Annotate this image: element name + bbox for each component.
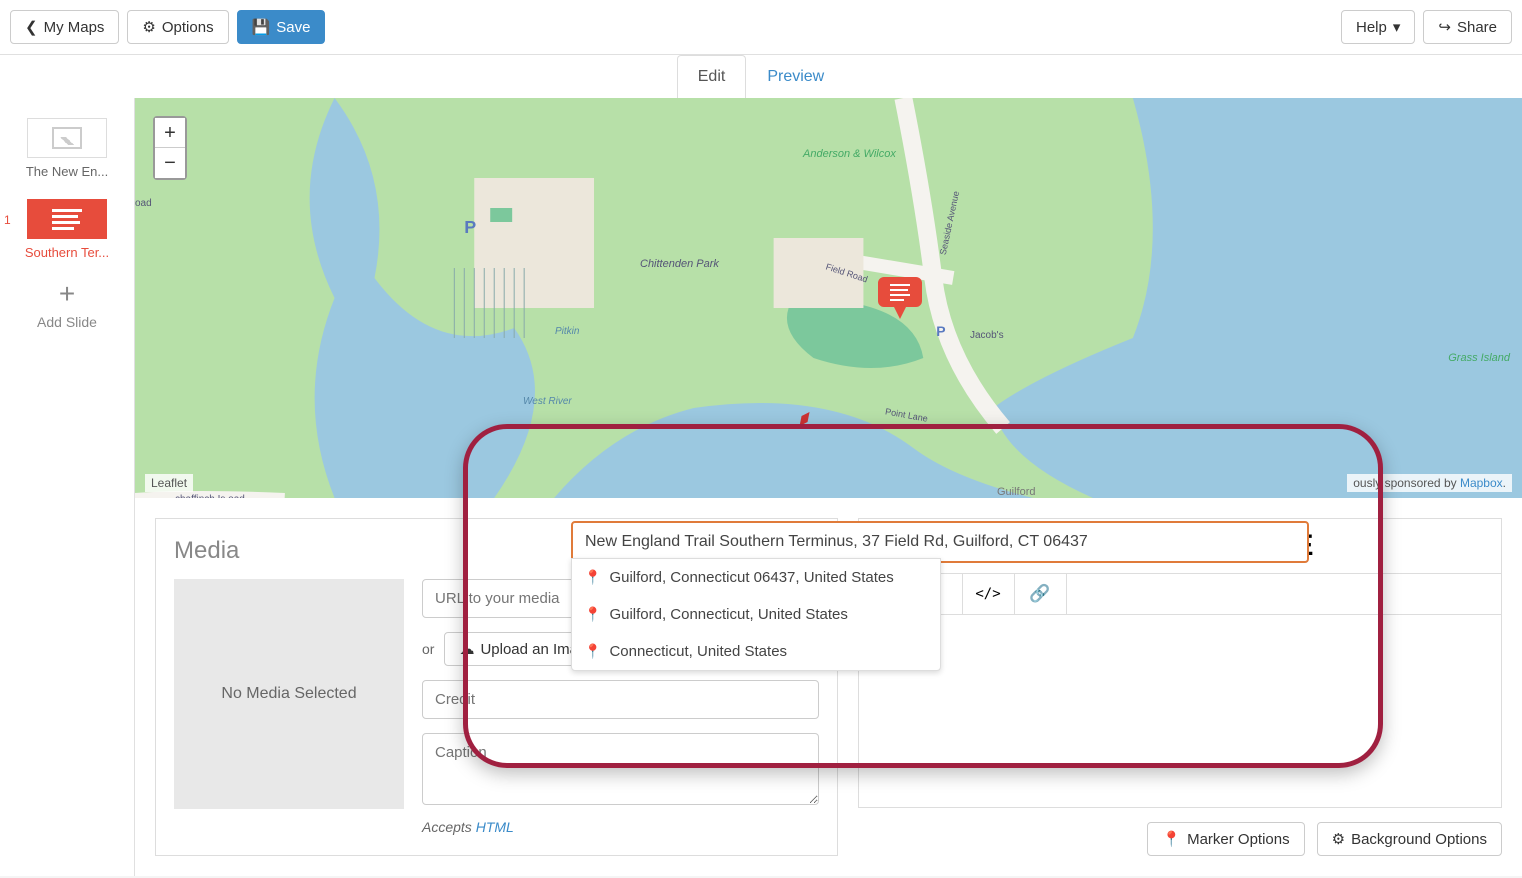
code-button[interactable]: </> (963, 574, 1015, 614)
map-label-park: Chittenden Park (640, 258, 719, 270)
chevron-left-icon: ❮ (25, 18, 38, 36)
zoom-out-button[interactable]: − (155, 148, 185, 178)
map-attribution: ously sponsored by Mapbox. (1347, 474, 1512, 492)
text-lines-icon (52, 206, 82, 233)
slides-sidebar: The New En... 1 Southern Ter... + Add Sl… (0, 98, 135, 876)
marker-options-button[interactable]: 📍 Marker Options (1147, 822, 1304, 856)
gear-icon: ⚙ (1332, 830, 1345, 848)
location-search-input[interactable] (571, 521, 1309, 563)
rte-toolbar: B I </> 🔗 (858, 574, 1503, 615)
caption-input[interactable] (422, 733, 819, 805)
pin-icon: 📍 (1162, 830, 1181, 848)
map-canvas[interactable]: P P Chittenden Park Anderson & Wilcox Gr… (135, 98, 1522, 498)
save-button[interactable]: 💾 Save (237, 10, 326, 44)
view-tabs: Edit Preview (0, 55, 1522, 98)
credit-input[interactable] (422, 680, 819, 719)
zoom-control: + − (153, 116, 187, 180)
media-hint: Accepts HTML (422, 819, 819, 835)
options-button[interactable]: ⚙ Options (127, 10, 228, 44)
gear-icon: ⚙ (142, 18, 155, 36)
pin-icon: 📍 (584, 643, 601, 660)
svg-text:P: P (936, 323, 945, 339)
map-marker[interactable] (878, 273, 922, 326)
save-icon: 💾 (252, 18, 271, 36)
image-placeholder-icon (52, 127, 82, 149)
plus-icon: + (59, 280, 75, 308)
slide-number: 1 (4, 213, 11, 227)
no-media-placeholder: No Media Selected (174, 579, 404, 809)
map-label-jacobs: Jacob's (970, 330, 1004, 341)
marker-icon (878, 273, 922, 323)
content-panel: B I </> 🔗 📍 Marker Options ⚙ Background … (858, 518, 1503, 856)
zoom-in-button[interactable]: + (155, 118, 185, 148)
add-slide-button[interactable]: + Add Slide (37, 280, 97, 330)
share-button[interactable]: ↪ Share (1423, 10, 1512, 44)
html-link[interactable]: HTML (476, 819, 514, 835)
chevron-down-icon: ▾ (1393, 18, 1401, 36)
pin-icon: 📍 (584, 606, 601, 623)
rte-body[interactable] (858, 615, 1503, 808)
suggestion-item[interactable]: 📍 Guilford, Connecticut, United States (572, 596, 940, 633)
link-button[interactable]: 🔗 (1015, 574, 1067, 614)
svg-text:P: P (464, 217, 476, 237)
mapbox-link[interactable]: Mapbox (1460, 476, 1503, 490)
help-button[interactable]: Help ▾ (1341, 10, 1415, 44)
background-options-button[interactable]: ⚙ Background Options (1317, 822, 1502, 856)
map-label-westriver: West River (523, 396, 572, 407)
slide-thumb-1[interactable]: 1 Southern Ter... (22, 199, 112, 260)
leaflet-attribution: Leaflet (145, 474, 193, 492)
map-label-pitkin: Pitkin (555, 326, 579, 337)
link-icon: 🔗 (1029, 584, 1050, 604)
cloud-upload-icon: ☁ (459, 640, 474, 658)
location-suggestions: 📍 Guilford, Connecticut 06437, United St… (571, 558, 941, 671)
slide-label: The New En... (26, 164, 108, 179)
map-label-anderson: Anderson & Wilcox (803, 148, 896, 160)
map-label-guilford: Guilford (997, 486, 1036, 498)
pin-icon: 📍 (584, 569, 601, 586)
location-search (571, 521, 1309, 563)
share-icon: ↪ (1438, 18, 1451, 36)
map-label-grass: Grass Island (1448, 352, 1510, 364)
suggestion-item[interactable]: 📍 Guilford, Connecticut 06437, United St… (572, 559, 940, 596)
my-maps-button[interactable]: ❮ My Maps (10, 10, 119, 44)
tab-edit[interactable]: Edit (677, 55, 747, 98)
map-label-road: oad (135, 198, 152, 209)
slide-thumb-title[interactable]: The New En... (22, 118, 112, 179)
top-toolbar: ❮ My Maps ⚙ Options 💾 Save Help ▾ ↪ Shar… (0, 0, 1522, 55)
or-text: or (422, 641, 434, 657)
slide-label: Southern Ter... (25, 245, 109, 260)
suggestion-item[interactable]: 📍 Connecticut, United States (572, 633, 940, 670)
tab-preview[interactable]: Preview (746, 55, 845, 98)
